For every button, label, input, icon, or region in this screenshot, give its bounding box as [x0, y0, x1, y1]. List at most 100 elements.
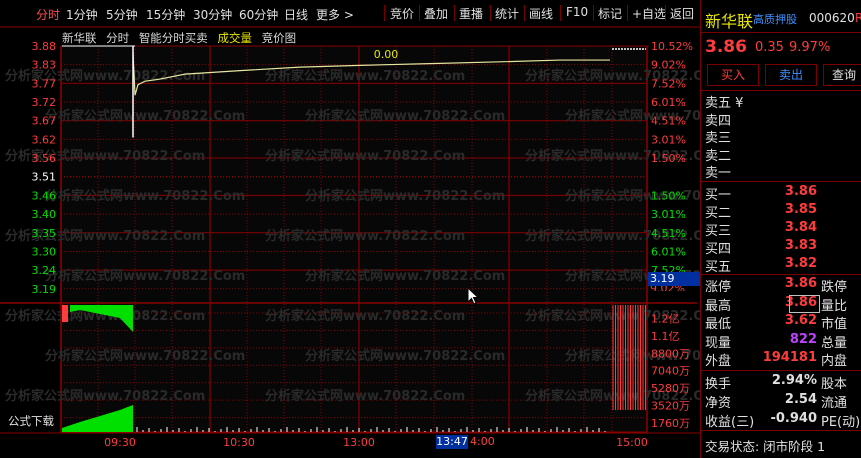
divider	[701, 32, 861, 33]
watermark-text: 分析家公式网www.70822.Com	[45, 268, 245, 284]
ask-level-label: 卖四	[705, 113, 732, 129]
divider	[701, 90, 861, 91]
volume-axis-label: 1760万	[651, 417, 690, 430]
trade-status: 交易状态: 闭市阶段 1	[705, 439, 826, 454]
stat-label: 涨停	[705, 280, 732, 295]
watermark-text: 分析家公式网www.70822.Com	[265, 68, 465, 84]
intraday-chart[interactable]: 分析家公式网www.70822.Com 分析家公式网www.70822.Com 分析…	[0, 0, 700, 458]
stat-label: 收益(三)	[705, 415, 755, 430]
ask-level-label: 卖二	[705, 148, 732, 164]
quote-price: 3.86	[705, 37, 747, 57]
stat-value: 3.86	[784, 276, 817, 291]
percent-axis-label: 6.01%	[651, 96, 686, 109]
watermark-text: 分析家公式网www.70822.Com	[5, 388, 205, 404]
stat-right-label: 市值	[821, 317, 848, 332]
bid-level-label: 买二	[705, 206, 732, 221]
volume-axis-label: 1.2亿	[651, 312, 680, 325]
time-axis-label: 15:00	[616, 436, 648, 449]
watermark-text: 分析家公式网www.70822.Com	[45, 188, 245, 204]
quote-change: 0.35	[755, 40, 784, 55]
bid-level-label: 买一	[705, 188, 732, 203]
divider	[701, 181, 861, 182]
stat-right-label: 股本	[821, 377, 848, 392]
price-axis-label: 3.19	[32, 283, 57, 296]
watermark-text: 分析家公式网www.70822.Com	[265, 308, 465, 324]
quote-code-suffix: R	[855, 11, 861, 25]
formula-download-link[interactable]: 公式下载	[8, 413, 54, 429]
divider	[701, 370, 861, 371]
stat-right-label: 总量	[821, 335, 848, 351]
cut-percent-label: 9.02%	[650, 286, 685, 291]
price-axis-label: 3.40	[32, 208, 57, 221]
bid-level-label: 买四	[705, 242, 732, 257]
stat-right-label: 跌停	[821, 280, 848, 295]
price-axis-label: 3.51	[32, 171, 57, 184]
bid-level-price: 3.84	[784, 220, 817, 235]
quote-code: 000620	[809, 11, 855, 25]
center-value-label: 0.00	[374, 48, 399, 61]
volume-axis-label: 1.1亿	[651, 330, 680, 343]
percent-axis-label: 7.52%	[651, 77, 686, 90]
percent-axis-label: 1.50%	[651, 189, 686, 202]
watermark-text: 分析家公式网www.70822.Com	[305, 268, 505, 284]
bid-level-price: 3.82	[784, 256, 817, 271]
current-price-tag: 3.19	[648, 272, 700, 286]
stat-right-label: 量比	[821, 298, 848, 314]
watermark-text: 分析家公式网www.70822.Com	[265, 228, 465, 244]
percent-axis-label: 1.50%	[651, 152, 686, 165]
watermark-text: 分析家公式网www.70822.Com	[305, 108, 505, 124]
quote-change-pct: 9.97%	[789, 40, 831, 55]
watermark-text: 分析家公式网www.70822.Com	[45, 108, 245, 124]
cursor-time-suffix: 4:00	[470, 435, 495, 448]
sell-button[interactable]: 卖出	[765, 64, 817, 86]
stat-value: 194181	[762, 350, 817, 365]
watermark-text: 分析家公式网www.70822.Com	[265, 388, 465, 404]
divider	[701, 274, 861, 275]
price-axis-label: 3.88	[32, 40, 57, 53]
volume-axis-label: 8800万	[651, 347, 690, 360]
volume-axis-label: 5280万	[651, 382, 690, 395]
buy-button[interactable]: 买入	[707, 64, 759, 86]
stat-right-label: 流通	[821, 396, 848, 411]
mouse-pointer-icon	[467, 287, 480, 305]
volume-axis-labels: 1.2亿 1.1亿 8800万 7040万 5280万 3520万 1760万	[651, 312, 690, 430]
stat-label: 换手	[705, 377, 732, 392]
price-axis-label: 3.72	[32, 96, 57, 109]
price-axis-labels: 3.88 3.83 3.77 3.72 3.67 3.62 3.56 3.51 3.46 3.40…	[32, 40, 57, 296]
price-axis-label: 3.46	[32, 189, 57, 202]
auction-bar	[62, 305, 68, 322]
bid-level-label: 买三	[705, 224, 732, 239]
price-axis-label: 3.35	[32, 227, 57, 240]
bid-level-price: 3.83	[784, 238, 817, 253]
bid-level-price: 3.85	[784, 202, 817, 217]
price-axis-label: 3.83	[32, 59, 57, 72]
time-axis-label: 10:30	[223, 436, 255, 449]
price-axis-label: 3.24	[32, 264, 57, 277]
price-axis-label: 3.62	[32, 133, 57, 146]
divider	[701, 430, 861, 431]
price-axis-label: 3.30	[32, 245, 57, 258]
stat-right-label: 内盘	[821, 354, 848, 369]
stat-value: 822	[789, 331, 817, 347]
query-button[interactable]: 查询	[823, 64, 861, 86]
time-axis-label: 09:30	[104, 436, 136, 449]
time-axis-labels: 09:30 10:30 13:00 15:00	[104, 436, 648, 449]
highlight-box	[789, 295, 820, 313]
percent-axis-label: 3.01%	[651, 208, 686, 221]
stat-value: 2.54	[784, 392, 817, 407]
watermark-text: 分析家公式网www.70822.Com	[305, 348, 505, 364]
percent-axis-label: 4.51%	[651, 227, 686, 240]
stat-right-label: PE(动)	[821, 415, 861, 430]
stat-value: -0.940	[770, 411, 817, 426]
time-axis-label: 13:00	[343, 436, 375, 449]
stat-label: 最低	[705, 317, 732, 332]
quote-panel: 新华联 高质押股 000620 R 3.86 0.35 9.97% 买入 卖出 …	[700, 0, 861, 458]
quote-tag[interactable]: 高质押股	[753, 11, 797, 27]
stat-value: 3.62	[784, 313, 817, 328]
percent-axis-label: 4.51%	[651, 115, 686, 128]
percent-axis-label: 6.01%	[651, 245, 686, 258]
stat-label: 外盘	[705, 354, 732, 369]
bid-level-label: 买五	[705, 260, 732, 275]
price-axis-label: 3.67	[32, 115, 57, 128]
ask-level-label: 卖五 ¥	[705, 96, 744, 111]
